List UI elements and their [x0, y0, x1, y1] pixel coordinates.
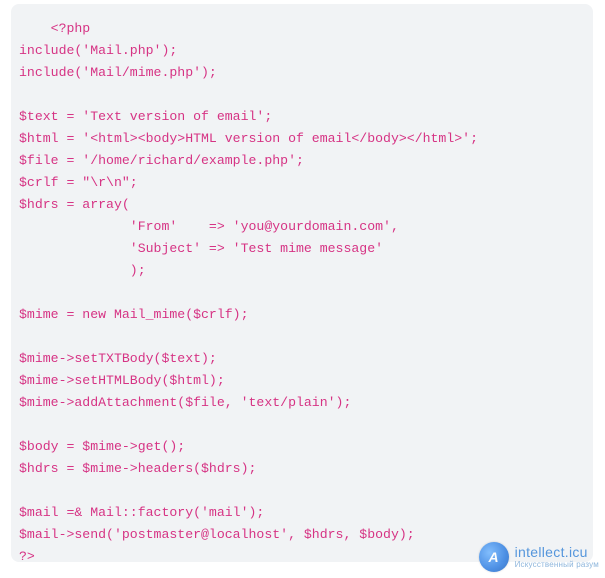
php-code-snippet: <?php include('Mail.php'); include('Mail… [19, 18, 585, 562]
code-block-container: <?php include('Mail.php'); include('Mail… [11, 4, 593, 562]
watermark-sub-text: Искусственный разум [515, 561, 599, 569]
